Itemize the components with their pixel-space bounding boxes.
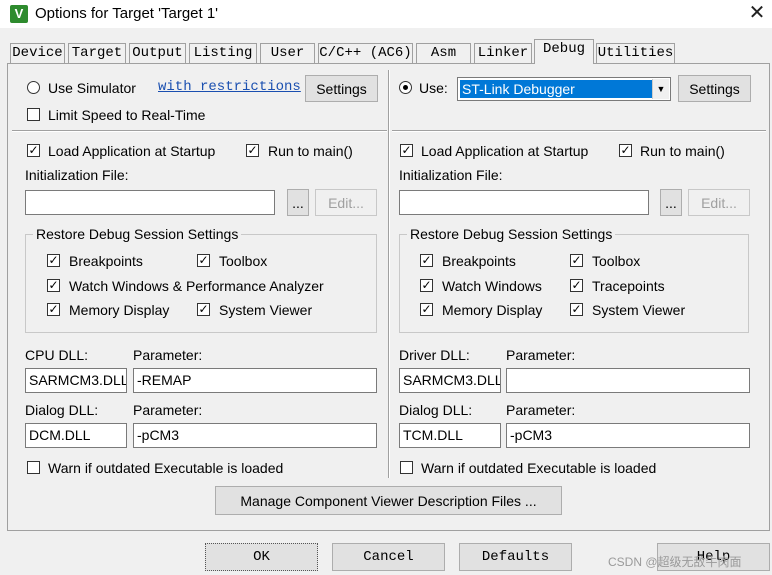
right-run-to-main-label: Run to main() (640, 143, 725, 159)
right-breakpoints-checkbox[interactable]: ✓ (420, 254, 433, 267)
cpu-parameter-input[interactable]: -REMAP (133, 368, 377, 393)
column-divider-highlight (389, 70, 390, 478)
right-watch-windows-checkbox[interactable]: ✓ (420, 279, 433, 292)
right-system-viewer-checkbox[interactable]: ✓ (570, 303, 583, 316)
tab-linker[interactable]: Linker (474, 43, 532, 63)
driver-dll-label: Driver DLL: (399, 347, 470, 363)
simulator-settings-button[interactable]: Settings (305, 75, 378, 102)
left-memory-display-checkbox[interactable]: ✓ (47, 303, 60, 316)
right-dialog-parameter-label: Parameter: (506, 402, 576, 418)
app-icon: V (10, 5, 28, 23)
right-warn-label: Warn if outdated Executable is loaded (421, 460, 657, 476)
tab-debug[interactable]: Debug (534, 39, 594, 64)
use-debugger-radio[interactable] (399, 81, 412, 94)
debugger-select[interactable]: ST-Link Debugger ▼ (457, 77, 671, 101)
cancel-button[interactable]: Cancel (332, 543, 445, 571)
close-icon[interactable]: ✕ (748, 2, 766, 24)
right-memory-display-label: Memory Display (442, 302, 543, 318)
limit-speed-label: Limit Speed to Real-Time (48, 107, 206, 123)
right-restore-title: Restore Debug Session Settings (407, 226, 616, 242)
left-restore-title: Restore Debug Session Settings (33, 226, 242, 242)
left-init-file-label: Initialization File: (25, 167, 129, 183)
right-separator-highlight (392, 131, 766, 132)
ok-button[interactable]: OK (205, 543, 318, 571)
right-tracepoints-checkbox[interactable]: ✓ (570, 279, 583, 292)
use-simulator-radio[interactable] (27, 81, 40, 94)
tab-asm[interactable]: Asm (416, 43, 471, 63)
right-init-file-label: Initialization File: (399, 167, 503, 183)
limit-speed-checkbox[interactable] (27, 108, 40, 121)
right-init-file-input[interactable] (399, 190, 649, 215)
use-simulator-label: Use Simulator (48, 80, 136, 96)
right-watch-windows-label: Watch Windows (442, 278, 542, 294)
left-warn-checkbox[interactable] (27, 461, 40, 474)
left-watch-windows-checkbox[interactable]: ✓ (47, 279, 60, 292)
right-tracepoints-label: Tracepoints (592, 278, 665, 294)
cpu-parameter-label: Parameter: (133, 347, 203, 363)
window-title: Options for Target 'Target 1' (35, 5, 219, 22)
tab-utilities[interactable]: Utilities (596, 43, 675, 63)
with-restrictions-link[interactable]: with restrictions (158, 79, 301, 95)
driver-parameter-label: Parameter: (506, 347, 576, 363)
use-label: Use: (419, 80, 448, 96)
driver-dll-input[interactable]: SARMCM3.DLL (399, 368, 501, 393)
tab-device[interactable]: Device (10, 43, 65, 63)
driver-parameter-input[interactable] (506, 368, 750, 393)
left-system-viewer-label: System Viewer (219, 302, 313, 318)
right-dialog-dll-label: Dialog DLL: (399, 402, 473, 418)
left-edit-button[interactable]: Edit... (315, 189, 377, 216)
left-load-app-checkbox[interactable]: ✓ (27, 144, 40, 157)
left-dialog-parameter-input[interactable]: -pCM3 (133, 423, 377, 448)
chevron-down-icon[interactable]: ▼ (652, 79, 669, 99)
manage-component-viewer-button[interactable]: Manage Component Viewer Description File… (215, 486, 562, 515)
tab-output[interactable]: Output (129, 43, 186, 63)
left-browse-button[interactable]: ... (287, 189, 309, 216)
left-run-to-main-label: Run to main() (268, 143, 353, 159)
left-init-file-input[interactable] (25, 190, 275, 215)
left-separator-highlight (12, 131, 387, 132)
right-dialog-parameter-input[interactable]: -pCM3 (506, 423, 750, 448)
debugger-settings-button[interactable]: Settings (678, 75, 751, 102)
cpu-dll-label: CPU DLL: (25, 347, 89, 363)
left-load-app-label: Load Application at Startup (48, 143, 216, 159)
left-toolbox-label: Toolbox (219, 253, 268, 269)
left-dialog-parameter-label: Parameter: (133, 402, 203, 418)
left-watch-windows-label: Watch Windows & Performance Analyzer (69, 278, 324, 294)
right-load-app-label: Load Application at Startup (421, 143, 589, 159)
right-browse-button[interactable]: ... (660, 189, 682, 216)
left-toolbox-checkbox[interactable]: ✓ (197, 254, 210, 267)
right-run-to-main-checkbox[interactable]: ✓ (619, 144, 632, 157)
tab-user[interactable]: User (260, 43, 315, 63)
right-dialog-dll-input[interactable]: TCM.DLL (399, 423, 501, 448)
cpu-dll-input[interactable]: SARMCM3.DLL (25, 368, 127, 393)
tab-target[interactable]: Target (68, 43, 126, 63)
right-system-viewer-label: System Viewer (592, 302, 686, 318)
defaults-button[interactable]: Defaults (459, 543, 572, 571)
right-warn-checkbox[interactable] (400, 461, 413, 474)
left-memory-display-label: Memory Display (69, 302, 170, 318)
right-toolbox-label: Toolbox (592, 253, 641, 269)
tab-cpp[interactable]: C/C++ (AC6) (318, 43, 413, 63)
watermark: CSDN @超级无敌牛肉面 (608, 555, 742, 569)
left-dialog-dll-label: Dialog DLL: (25, 402, 99, 418)
left-run-to-main-checkbox[interactable]: ✓ (246, 144, 259, 157)
right-edit-button[interactable]: Edit... (688, 189, 750, 216)
right-memory-display-checkbox[interactable]: ✓ (420, 303, 433, 316)
debugger-selected-value: ST-Link Debugger (460, 80, 652, 98)
right-toolbox-checkbox[interactable]: ✓ (570, 254, 583, 267)
left-breakpoints-checkbox[interactable]: ✓ (47, 254, 60, 267)
left-breakpoints-label: Breakpoints (69, 253, 143, 269)
left-system-viewer-checkbox[interactable]: ✓ (197, 303, 210, 316)
tab-listing[interactable]: Listing (189, 43, 257, 63)
left-dialog-dll-input[interactable]: DCM.DLL (25, 423, 127, 448)
left-warn-label: Warn if outdated Executable is loaded (48, 460, 284, 476)
right-breakpoints-label: Breakpoints (442, 253, 516, 269)
right-load-app-checkbox[interactable]: ✓ (400, 144, 413, 157)
